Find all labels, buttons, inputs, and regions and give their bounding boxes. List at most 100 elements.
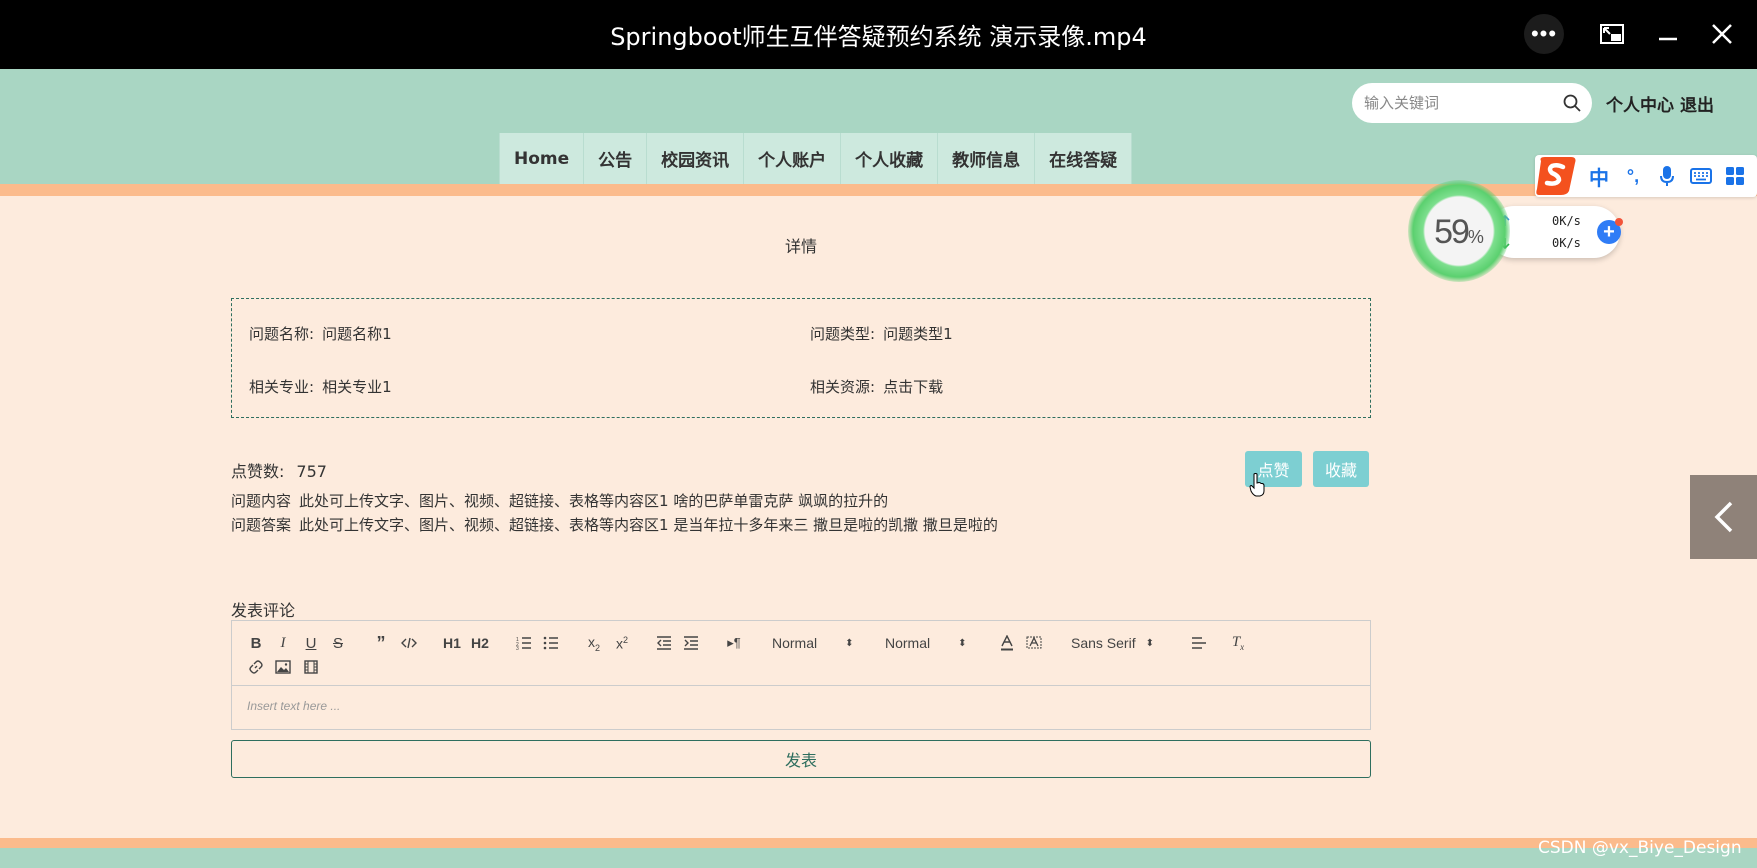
italic-button[interactable]: I [274,633,292,653]
editor-content-area[interactable]: Insert text here ... [247,699,340,713]
align-button[interactable] [1190,633,1208,653]
logout-link[interactable]: 退出 [1680,91,1714,116]
text-direction-button[interactable]: ▸¶ [725,633,743,653]
minimize-icon [1659,37,1677,41]
hand-cursor-icon [1249,473,1265,497]
link-icon [249,660,263,674]
more-options-button[interactable]: ••• [1524,14,1564,54]
rich-text-editor: B I U S ” H1 H2 123 x2 x2 ▸¶ Normal ⬍ Nor… [231,620,1371,730]
subscript-icon: x2 [587,633,600,653]
memory-usage-ring[interactable]: 59% [1408,180,1510,282]
chevron-left-icon [1714,501,1732,533]
watermark: CSDN @vx_Biye_Design [1538,838,1742,858]
minimize-button[interactable] [1648,14,1688,54]
grid-icon [1726,167,1744,185]
nav-item-announcements[interactable]: 公告 [584,133,648,184]
question-content-label: 问题内容 [231,492,292,510]
image-button[interactable] [274,657,292,677]
favorite-button[interactable]: 收藏 [1313,451,1369,487]
system-monitor-widget: 0K/s 0K/s 59% + [1408,180,1630,282]
font-color-button[interactable] [998,633,1016,653]
outdent-icon [657,636,671,650]
rtl-icon: ▸¶ [727,635,741,650]
h1-icon: H1 [443,635,461,651]
personal-center-link[interactable]: 个人中心 [1606,91,1674,116]
nav-item-account[interactable]: 个人账户 [744,133,842,184]
keyboard-icon [1690,168,1712,184]
indent-button[interactable] [682,633,700,653]
nav-item-teachers[interactable]: 教师信息 [938,133,1036,184]
bullet-list-button[interactable] [542,633,560,653]
comment-section-label: 发表评论 [231,601,296,620]
memory-usage-value: 59 [1434,213,1470,251]
video-button[interactable] [302,657,320,677]
question-answer-text: 此处可上传文字、图片、视频、超链接、表格等内容区1 是当年拉十多年来三 撒旦是啦… [299,516,998,534]
side-panel-toggle[interactable] [1690,475,1757,559]
info-label: 相关专业: [249,378,315,396]
info-major: 相关专业: 相关专业1 [249,376,392,397]
bullet-list-icon [543,636,558,650]
ime-toolbox-button[interactable] [1723,164,1747,188]
ime-voice-button[interactable] [1655,164,1679,188]
nav-item-home[interactable]: Home [500,133,585,184]
bold-button[interactable]: B [247,633,265,653]
footer [0,848,1757,868]
info-label: 问题类型: [810,325,876,343]
download-link[interactable]: 点击下载 [883,378,943,396]
underline-button[interactable]: U [302,633,320,653]
more-horizontal-icon: ••• [1530,21,1558,46]
blockquote-button[interactable]: ” [372,633,390,653]
page-title: 详情 [784,237,817,256]
question-content-text: 此处可上传文字、图片、视频、超链接、表格等内容区1 啥的巴萨单雷克萨 飒飒的拉升… [299,492,889,510]
microphone-icon [1660,166,1674,186]
info-value: 问题类型1 [883,325,953,343]
h2-button[interactable]: H2 [470,633,490,653]
svg-text:3: 3 [516,646,519,650]
updown-arrow-icon: ⬍ [958,637,966,649]
ime-keyboard-button[interactable] [1689,164,1713,188]
updown-arrow-icon: ⬍ [1145,637,1154,649]
code-block-button[interactable] [400,633,418,653]
ordered-list-button[interactable]: 123 [515,633,533,653]
site-header: 个人中心 退出 Home 公告 校园资讯 个人账户 个人收藏 教师信息 在线答疑 [0,69,1757,184]
superscript-button[interactable]: x2 [612,633,632,653]
outdent-button[interactable] [655,633,673,653]
font-color-icon [1001,635,1013,651]
nav-item-favorites[interactable]: 个人收藏 [841,133,939,184]
info-question-type: 问题类型: 问题类型1 [810,323,953,344]
strikethrough-icon: S [332,634,343,652]
bold-icon: B [250,634,262,652]
info-question-name: 问题名称: 问题名称1 [249,323,392,344]
link-button[interactable] [247,657,265,677]
subscript-button[interactable]: x2 [584,633,604,653]
search-icon[interactable] [1562,93,1582,113]
picture-in-picture-button[interactable] [1592,14,1632,54]
ordered-list-icon: 123 [516,637,531,650]
size-select[interactable]: Normal ⬍ [885,633,967,653]
nav-item-campus-news[interactable]: 校园资讯 [647,133,745,184]
close-button[interactable] [1702,14,1742,54]
background-color-icon [1026,636,1042,649]
nav-item-online-qa[interactable]: 在线答疑 [1035,133,1133,184]
plus-icon: + [1603,220,1615,243]
font-select[interactable]: Sans Serif ⬍ [1071,633,1154,653]
header-select[interactable]: Normal ⬍ [772,633,854,653]
search-input[interactable] [1364,91,1554,115]
size-select-value: Normal [885,635,931,651]
h1-button[interactable]: H1 [442,633,462,653]
indent-icon [684,636,698,650]
question-answer-label: 问题答案 [231,516,292,534]
code-icon [401,637,417,649]
question-info-box: 问题名称: 问题名称1 问题类型: 问题类型1 相关专业: 相关专业1 相关资源: 点击… [231,298,1371,418]
info-label: 相关资源: [810,378,876,396]
background-color-button[interactable] [1025,633,1043,653]
clear-format-icon: Tx [1231,634,1245,652]
image-icon [275,660,291,674]
download-speed: 0K/s [1552,236,1581,250]
clear-format-button[interactable]: Tx [1229,633,1247,653]
header-select-value: Normal [772,635,818,651]
submit-comment-button[interactable]: 发表 [231,740,1371,778]
accelerate-button[interactable]: + [1597,218,1623,244]
strike-button[interactable]: S [329,633,347,653]
info-label: 问题名称: [249,325,315,343]
